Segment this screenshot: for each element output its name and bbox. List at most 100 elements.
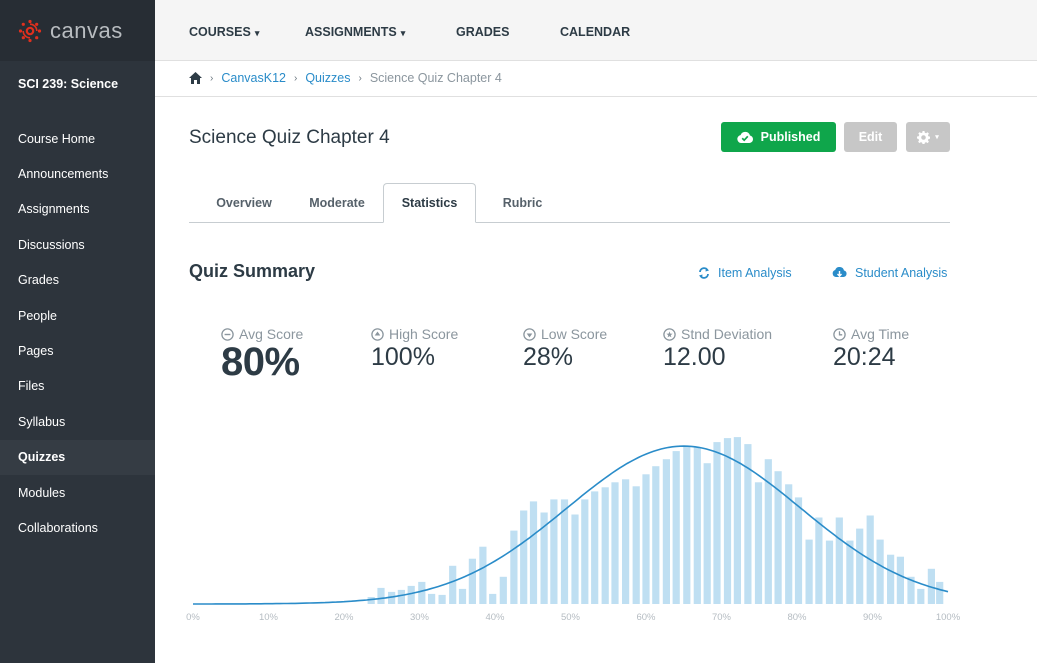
histogram-bar[interactable] [785, 484, 793, 604]
tab-moderate[interactable]: Moderate [293, 183, 381, 223]
sidebar-item-quizzes[interactable]: Quizzes [0, 439, 155, 475]
tab-rubric[interactable]: Rubric [476, 183, 569, 223]
up-circle-icon [371, 327, 384, 341]
sidebar-item-assignments[interactable]: Assignments [0, 192, 155, 227]
histogram-bar[interactable] [591, 491, 599, 604]
histogram-bar[interactable] [723, 438, 732, 604]
histogram-bar[interactable] [622, 479, 630, 604]
histogram-bar[interactable] [438, 594, 446, 604]
stat-label: Stnd Deviation [681, 326, 773, 342]
bars-group [367, 437, 944, 605]
home-icon[interactable] [189, 72, 202, 84]
published-label: Published [760, 130, 821, 144]
item-analysis-label: Item Analysis [718, 266, 792, 280]
stat-value: 100% [371, 343, 435, 371]
stat-value: 28% [523, 343, 574, 371]
histogram-bar[interactable] [449, 565, 457, 604]
histogram-bar[interactable] [887, 554, 895, 604]
sidebar-item-syllabus[interactable]: Syllabus [0, 404, 155, 439]
published-button[interactable]: Published [721, 122, 836, 152]
settings-button[interactable]: ▾ [906, 122, 950, 152]
histogram-bar[interactable] [815, 517, 823, 605]
stat-avg-time: Avg Time 20:24 [833, 326, 909, 372]
histogram-bar[interactable] [377, 587, 385, 604]
histogram-bar[interactable] [499, 576, 507, 604]
tab-overview[interactable]: Overview [189, 183, 299, 223]
histogram-bar[interactable] [936, 581, 944, 604]
x-tick-label: 70% [712, 612, 732, 623]
histogram-bar[interactable] [489, 593, 497, 604]
histogram-bar[interactable] [529, 501, 538, 604]
canvas-logo-icon [18, 19, 42, 42]
sidebar-item-people[interactable]: People [0, 298, 155, 333]
histogram-bar[interactable] [571, 514, 579, 605]
histogram-bar[interactable] [917, 588, 925, 604]
stat-label: Low Score [541, 326, 608, 342]
histogram-bar[interactable] [581, 499, 589, 604]
histogram-bar[interactable] [713, 442, 721, 604]
histogram-bar[interactable] [652, 466, 660, 604]
histogram-bar[interactable] [662, 459, 670, 604]
histogram-bar[interactable] [632, 486, 640, 604]
stat-value: 20:24 [833, 343, 896, 371]
sidebar-item-collaborations[interactable]: Collaborations [0, 510, 155, 545]
histogram-bar[interactable] [418, 581, 426, 604]
histogram-bar[interactable] [856, 528, 864, 604]
sidebar-item-grades[interactable]: Grades [0, 263, 155, 298]
chevron-down-icon: ▾ [254, 28, 260, 38]
histogram-bar[interactable] [550, 499, 558, 604]
histogram-bar[interactable] [397, 589, 405, 604]
item-analysis-link[interactable]: Item Analysis [698, 266, 792, 280]
histogram-bar[interactable] [896, 556, 904, 604]
sidebar-item-discussions[interactable]: Discussions [0, 227, 155, 262]
quiz-tabs: Overview Moderate Statistics Rubric [189, 183, 950, 223]
course-title[interactable]: SCI 239: Science [0, 61, 155, 121]
x-tick-label: 50% [561, 612, 581, 623]
sidebar-item-announcements[interactable]: Announcements [0, 156, 155, 191]
cloud-download-icon [832, 267, 847, 278]
edit-button[interactable]: Edit [844, 122, 897, 152]
histogram-bar[interactable] [693, 447, 701, 604]
gear-icon [917, 130, 931, 144]
histogram-bar[interactable] [825, 540, 834, 604]
breadcrumb-quizzes[interactable]: Quizzes [305, 71, 350, 85]
stat-avg-score: Avg Score 80% [221, 326, 303, 385]
histogram-bar[interactable] [754, 482, 763, 604]
breadcrumb-canvask12[interactable]: CanvasK12 [221, 71, 286, 85]
histogram-bar[interactable] [510, 530, 518, 604]
brand-name: canvas [50, 17, 123, 43]
histogram-bar[interactable] [479, 546, 487, 604]
histogram-bar[interactable] [407, 585, 415, 604]
histogram-bar[interactable] [458, 588, 467, 604]
brand[interactable]: canvas [0, 0, 155, 61]
stat-label: High Score [389, 326, 459, 342]
histogram-bar[interactable] [876, 539, 884, 604]
x-tick-label: 90% [863, 612, 883, 623]
sidebar-item-pages[interactable]: Pages [0, 333, 155, 368]
x-tick-label: 0% [186, 612, 200, 623]
histogram-bar[interactable] [601, 487, 609, 604]
histogram-bar[interactable] [428, 593, 436, 604]
nav-grades[interactable]: GRADES [456, 25, 509, 39]
histogram-bar[interactable] [468, 558, 476, 604]
histogram-bar[interactable] [683, 446, 691, 604]
histogram-bar[interactable] [642, 474, 650, 604]
histogram-bar[interactable] [520, 510, 528, 605]
sidebar-item-modules[interactable]: Modules [0, 475, 155, 510]
student-analysis-link[interactable]: Student Analysis [832, 266, 947, 280]
nav-courses[interactable]: COURSES ▾ [189, 25, 259, 39]
nav-assignments[interactable]: ASSIGNMENTS ▾ [305, 25, 405, 39]
sidebar-item-files[interactable]: Files [0, 369, 155, 404]
histogram-bar[interactable] [611, 482, 619, 604]
histogram-bar[interactable] [835, 517, 843, 605]
histogram-bar[interactable] [805, 539, 813, 604]
histogram-bar[interactable] [672, 451, 680, 604]
histogram-bar[interactable] [846, 540, 854, 604]
student-analysis-label: Student Analysis [855, 266, 948, 280]
histogram-bar[interactable] [794, 497, 803, 604]
tab-statistics[interactable]: Statistics [383, 183, 476, 223]
histogram-bar[interactable] [560, 499, 569, 604]
histogram-bar[interactable] [703, 463, 711, 604]
nav-calendar[interactable]: CALENDAR [560, 25, 630, 39]
sidebar-item-course-home[interactable]: Course Home [0, 121, 155, 156]
